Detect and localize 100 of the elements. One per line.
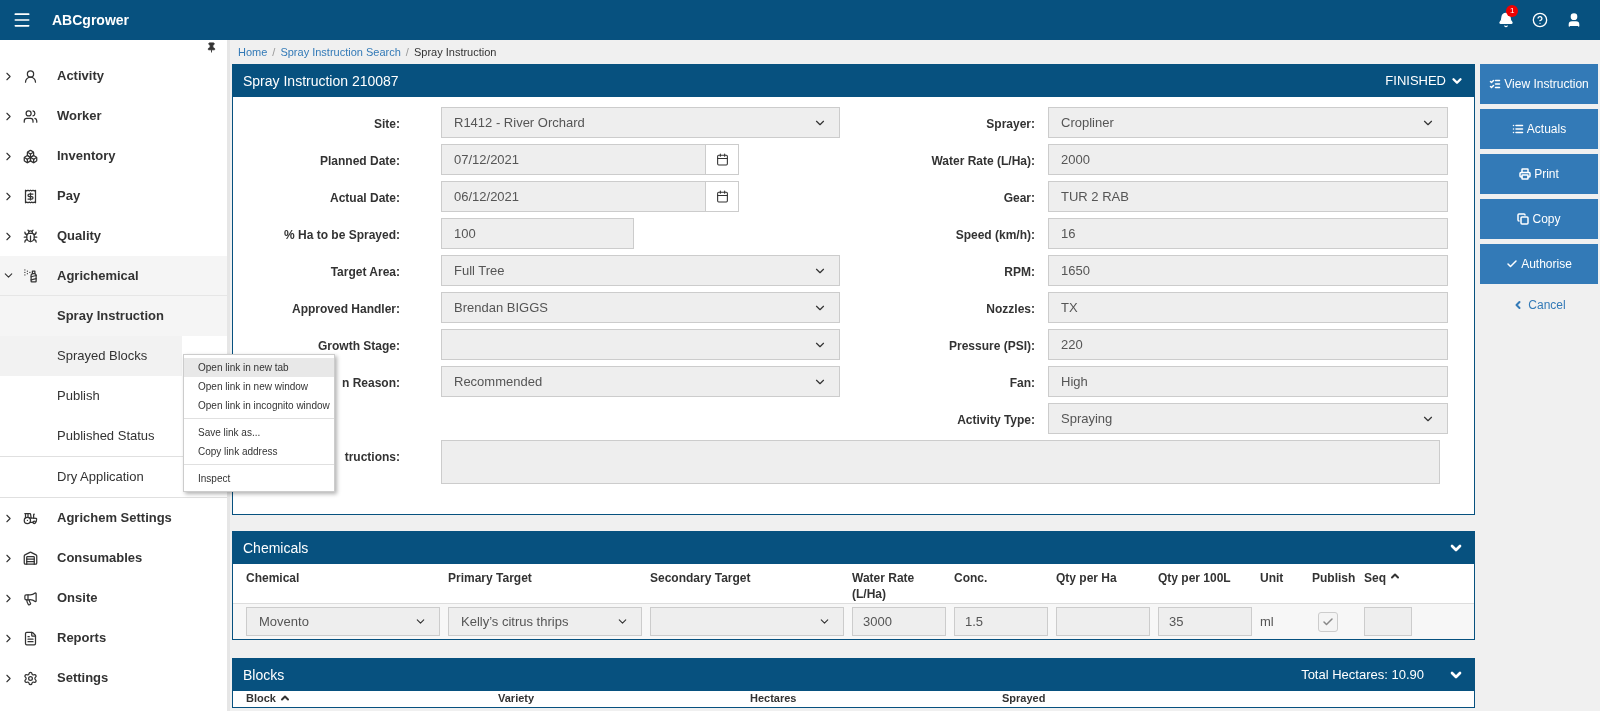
input-field[interactable]: 220: [1048, 329, 1448, 360]
column-header[interactable]: Primary Target: [448, 570, 532, 586]
input-field[interactable]: 1650: [1048, 255, 1448, 286]
context-menu-item[interactable]: Open link in new window: [184, 377, 334, 396]
field-label: Fan:: [1009, 375, 1035, 392]
calendar-icon: [715, 190, 729, 203]
status-dropdown[interactable]: FINISHED: [1385, 71, 1464, 91]
sidebar-item[interactable]: Pay: [0, 176, 227, 216]
context-menu-item[interactable]: Copy link address: [184, 442, 334, 461]
panel-title: Chemicals: [243, 538, 309, 558]
column-header[interactable]: Conc.: [954, 570, 988, 586]
cancel-link[interactable]: Cancel: [1480, 295, 1598, 315]
field-label: Activity Type:: [957, 412, 1035, 429]
checkbox[interactable]: [1318, 611, 1338, 632]
calendar-button[interactable]: [706, 144, 739, 175]
calendar-button[interactable]: [706, 181, 739, 212]
select-field[interactable]: Full Tree: [441, 255, 840, 286]
column-header[interactable]: Hectares: [750, 692, 797, 705]
sidebar-subitem[interactable]: Sprayed Blocks: [0, 336, 182, 376]
field-label: Site:: [374, 116, 400, 133]
column-header[interactable]: Publish: [1312, 570, 1356, 586]
sidebar-item[interactable]: Worker: [0, 96, 227, 136]
field-label: tructions:: [344, 449, 400, 466]
select-field[interactable]: R1412 - River Orchard: [441, 107, 840, 138]
context-menu-item[interactable]: Inspect: [184, 469, 334, 488]
sidebar-item[interactable]: Reports: [0, 618, 227, 658]
boxes-icon: [23, 148, 38, 164]
select-field[interactable]: Cropliner: [1048, 107, 1448, 138]
select-field[interactable]: [650, 607, 844, 636]
column-header[interactable]: Water Rate (L/Ha): [852, 570, 946, 602]
date-field[interactable]: 07/12/2021: [441, 144, 706, 175]
sidebar-subitem[interactable]: Spray Instruction: [0, 296, 227, 336]
sidebar-item[interactable]: Activity: [0, 56, 227, 96]
action-button[interactable]: Actuals: [1480, 109, 1598, 149]
date-field[interactable]: 06/12/2021: [441, 181, 706, 212]
context-menu-item[interactable]: Open link in new tab: [184, 358, 334, 377]
column-header[interactable]: Sprayed: [1002, 692, 1046, 705]
input-field[interactable]: 16: [1048, 218, 1448, 249]
column-header[interactable]: Qty per 100L: [1158, 570, 1231, 586]
column-header[interactable]: Unit: [1260, 570, 1284, 586]
select-field[interactable]: Recommended: [441, 366, 840, 397]
breadcrumb-link[interactable]: Spray Instruction Search: [280, 43, 401, 61]
field-label: n Reason:: [342, 375, 400, 392]
select-field[interactable]: Kelly’s citrus thrips: [448, 607, 642, 636]
select-field[interactable]: Spraying: [1048, 403, 1448, 434]
context-menu-item[interactable]: Save link as...: [184, 423, 334, 442]
sidebar-item[interactable]: Agrichem Settings: [0, 498, 227, 538]
select-field[interactable]: [441, 329, 840, 360]
field-label: Growth Stage:: [318, 338, 400, 355]
help-icon[interactable]: [1532, 12, 1548, 28]
select-field[interactable]: Movento: [246, 607, 440, 636]
context-menu-item[interactable]: Open link in incognito window: [184, 396, 334, 415]
breadcrumb-current: Spray Instruction: [413, 44, 497, 60]
notification-badge: 1: [1506, 5, 1519, 17]
user-icon[interactable]: [1566, 12, 1582, 28]
printer-icon: [1519, 168, 1532, 180]
field-label: Actual Date:: [330, 190, 400, 207]
menu-icon[interactable]: [12, 10, 32, 30]
input-field[interactable]: High: [1048, 366, 1448, 397]
column-header[interactable]: Qty per Ha: [1056, 570, 1117, 586]
sidebar-subitem[interactable]: Publish: [0, 376, 182, 416]
action-button[interactable]: Copy: [1480, 199, 1598, 239]
action-button[interactable]: Authorise: [1480, 244, 1598, 284]
copy-icon: [1517, 213, 1530, 225]
pin-icon[interactable]: [206, 42, 217, 53]
input-field[interactable]: 1.5: [954, 607, 1048, 636]
sidebar-subitem[interactable]: Published Status: [0, 416, 182, 456]
input-field[interactable]: TUR 2 RAB: [1048, 181, 1448, 212]
sidebar-subitem[interactable]: Dry Application: [0, 457, 182, 497]
column-header[interactable]: Seq: [1364, 570, 1386, 586]
sidebar-item[interactable]: Consumables: [0, 538, 227, 578]
field-label: RPM:: [1004, 264, 1035, 281]
column-header[interactable]: Variety: [498, 692, 535, 705]
sidebar-item[interactable]: Settings: [0, 658, 227, 698]
sidebar-item[interactable]: Onsite: [0, 578, 227, 618]
select-field[interactable]: Brendan BIGGS: [441, 292, 840, 323]
receipt-icon: [23, 188, 38, 204]
warehouse-icon: [23, 550, 38, 566]
sidebar-item[interactable]: Agrichemical: [0, 256, 227, 296]
breadcrumb-separator: /: [271, 44, 277, 60]
input-field[interactable]: 3000: [852, 607, 946, 636]
column-header[interactable]: Secondary Target: [650, 570, 751, 586]
input-field[interactable]: TX: [1048, 292, 1448, 323]
action-button[interactable]: Print: [1480, 154, 1598, 194]
sidebar-item[interactable]: Quality: [0, 216, 227, 256]
input-field[interactable]: [1056, 607, 1150, 636]
check-icon: [1506, 258, 1519, 270]
sidebar-item[interactable]: Inventory: [0, 136, 227, 176]
input-field[interactable]: 2000: [1048, 144, 1448, 175]
action-button[interactable]: View Instruction: [1480, 64, 1598, 104]
notifications-icon[interactable]: [1498, 12, 1514, 28]
people-icon: [23, 108, 38, 124]
column-header[interactable]: Block: [246, 692, 276, 705]
input-field[interactable]: 35: [1158, 607, 1252, 636]
input-field[interactable]: 100: [441, 218, 634, 249]
input-field[interactable]: [1364, 607, 1412, 636]
breadcrumb-link[interactable]: Home: [238, 43, 268, 61]
column-header[interactable]: Chemical: [246, 570, 300, 586]
field-label: Water Rate (L/Ha):: [931, 153, 1035, 170]
list-icon: [1511, 123, 1524, 135]
